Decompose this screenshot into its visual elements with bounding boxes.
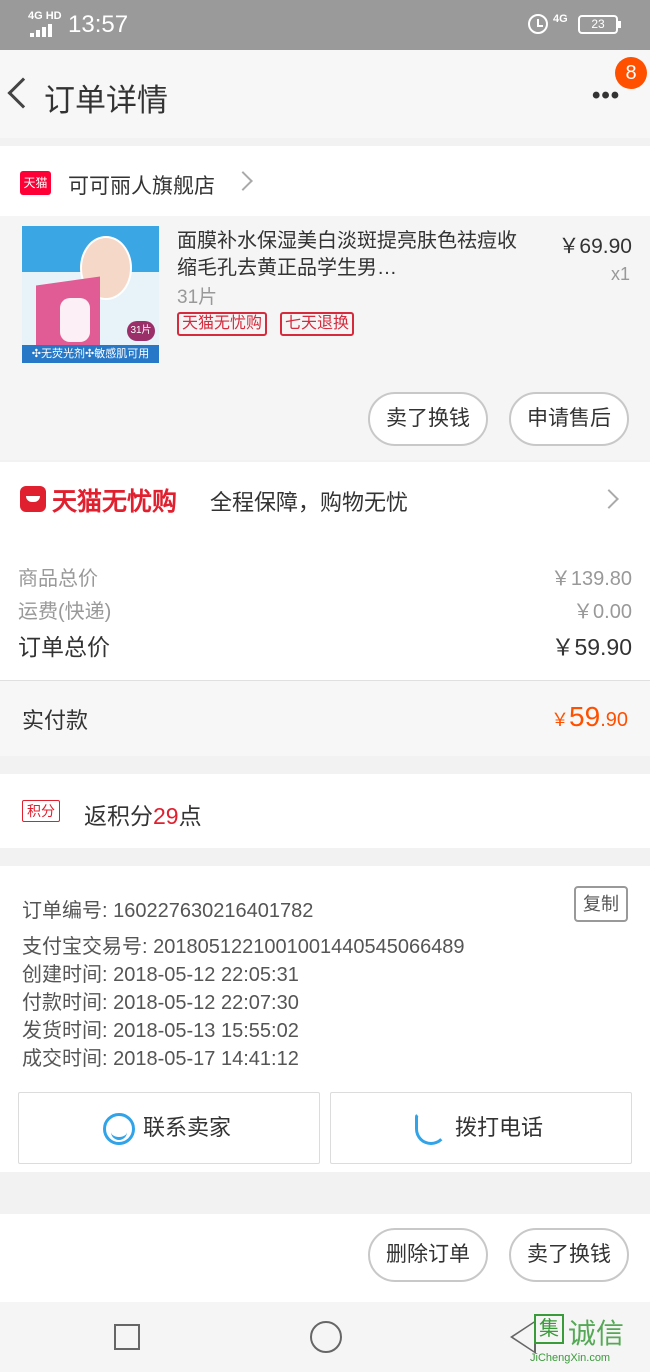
battery-icon: 23 xyxy=(578,15,621,34)
product-image-mask xyxy=(60,298,90,342)
worry-free-row[interactable]: 天猫无忧购 全程保障，购物无忧 xyxy=(0,462,650,540)
more-icon[interactable]: ••• xyxy=(592,82,620,110)
alipay-trade-number: 支付宝交易号: 2018051221001001440545066489 xyxy=(22,936,465,958)
paid-int: 59 xyxy=(569,701,601,732)
order-total-value: ￥59.90 xyxy=(551,634,632,660)
watermark-text: 诚信 xyxy=(568,1318,625,1349)
points-prefix: 返积分 xyxy=(84,803,153,829)
delete-order-button[interactable]: 删除订单 xyxy=(368,1228,488,1282)
points-text: 返积分29点 xyxy=(84,797,202,831)
phone-icon xyxy=(415,1113,447,1145)
shop-name: 可可丽人旗舰店 xyxy=(68,175,215,198)
product-title[interactable]: 面膜补水保湿美白淡斑提亮肤色祛痘收缩毛孔去黄正品学生男… xyxy=(177,228,517,282)
shop-row[interactable]: 天猫 可可丽人旗舰店 xyxy=(0,146,650,216)
paid-row: 实付款 ￥59.90 xyxy=(0,680,650,756)
alarm-icon xyxy=(528,14,548,34)
points-suffix: 点 xyxy=(178,803,202,829)
order-info: 订单编号: 1602276302164017​82 复制 支付宝交易号: 201… xyxy=(0,866,650,1172)
product-image-caption: ✣无荧光剂✣敏感肌可用 xyxy=(22,345,159,363)
price-summary: 商品总价 ￥139.80 运费(快递) ￥0.00 订单总价 ￥59.90 xyxy=(0,540,650,680)
product-price: ￥69.90 xyxy=(558,235,632,258)
contact-seller-button[interactable]: 联系卖家 xyxy=(18,1092,320,1164)
home-icon[interactable] xyxy=(310,1321,342,1353)
points-row: 积分 返积分29点 xyxy=(0,774,650,848)
shipping-value: ￥0.00 xyxy=(573,601,632,623)
worry-free-brand: 天猫无忧购 xyxy=(52,488,178,516)
page-title: 订单详情 xyxy=(44,83,168,118)
system-nav-bar: 集 诚信 JiChengXin.com xyxy=(0,1302,650,1372)
goods-total-label: 商品总价 xyxy=(18,568,98,590)
tag-worry-free: 天猫无忧购 xyxy=(177,312,268,336)
nav-bar: 订单详情 ••• xyxy=(0,50,650,138)
product-qty: x1 xyxy=(610,264,630,284)
order-number: 订单编号: 1602276302164017​82 xyxy=(22,900,314,922)
paid-time: 付款时间: 2018-05-12 22:07:30 xyxy=(22,992,299,1014)
chat-icon xyxy=(103,1113,135,1145)
tag-seven-day-return: 七天退换 xyxy=(280,312,355,336)
product-item[interactable]: 31片 ✣无荧光剂✣敏感肌可用 面膜补水保湿美白淡斑提亮肤色祛痘收缩毛孔去黄正品… xyxy=(0,216,650,460)
contact-seller-label: 联系卖家 xyxy=(143,1115,232,1140)
watermark-logo: 集 xyxy=(534,1314,564,1344)
recents-icon[interactable] xyxy=(114,1324,140,1350)
created-time: 创建时间: 2018-05-12 22:05:31 xyxy=(22,964,299,986)
chevron-right-icon xyxy=(233,171,253,191)
status-bar: 4G HD 13:57 4G 23 xyxy=(0,0,650,50)
network-type: 4G HD xyxy=(28,10,62,22)
shipped-time: 发货时间: 2018-05-13 15:55:02 xyxy=(22,1020,299,1042)
completed-time: 成交时间: 2018-05-17 14:41:12 xyxy=(22,1048,299,1070)
call-label: 拨打电话 xyxy=(455,1115,544,1140)
order-total-label: 订单总价 xyxy=(18,634,110,660)
points-badge: 积分 xyxy=(22,800,60,822)
worry-free-icon xyxy=(20,486,46,512)
tmall-icon: 天猫 xyxy=(20,171,51,195)
paid-dec: .90 xyxy=(600,709,628,731)
signal-icon xyxy=(30,24,52,37)
shipping-label: 运费(快递) xyxy=(18,601,112,623)
watermark-url: JiChengXin.com xyxy=(530,1352,611,1364)
paid-currency: ￥ xyxy=(551,710,570,730)
product-image[interactable]: 31片 ✣无荧光剂✣敏感肌可用 xyxy=(22,226,159,363)
call-button[interactable]: 拨打电话 xyxy=(330,1092,632,1164)
product-image-pcs: 31片 xyxy=(127,321,155,341)
points-num: 29 xyxy=(153,803,179,829)
worry-free-text: 全程保障，购物无忧 xyxy=(210,490,409,515)
goods-total-value: ￥139.80 xyxy=(550,568,632,590)
network-type-2: 4G xyxy=(553,13,568,25)
clock: 13:57 xyxy=(68,11,129,38)
product-spec: 31片 xyxy=(177,287,218,308)
chevron-right-icon xyxy=(599,489,619,509)
system-back-icon[interactable] xyxy=(510,1320,536,1354)
notification-badge: 8 xyxy=(615,57,647,89)
sell-for-cash-button[interactable]: 卖了换钱 xyxy=(368,392,488,446)
copy-button[interactable]: 复制 xyxy=(574,886,628,922)
after-sale-button[interactable]: 申请售后 xyxy=(509,392,629,446)
sell-for-cash-button-bottom[interactable]: 卖了换钱 xyxy=(509,1228,629,1282)
paid-amount: ￥59.90 xyxy=(551,701,628,733)
paid-label: 实付款 xyxy=(22,708,89,733)
bottom-action-bar: 删除订单 卖了换钱 xyxy=(0,1214,650,1302)
back-icon[interactable] xyxy=(7,77,39,109)
